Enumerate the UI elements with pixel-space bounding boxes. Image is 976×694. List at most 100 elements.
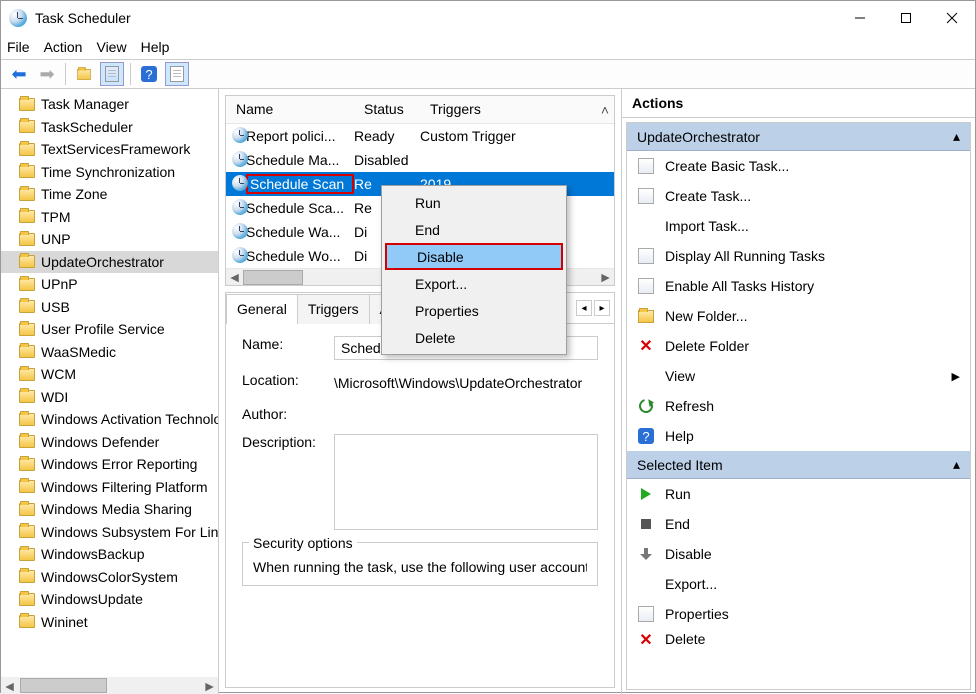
tree-item-windows-media-sharing[interactable]: Windows Media Sharing <box>1 498 218 521</box>
tree-item-label: TaskScheduler <box>41 119 133 135</box>
tree-item-label: WDI <box>41 389 68 405</box>
context-menu-run[interactable]: Run <box>385 189 563 216</box>
action-delete[interactable]: ✕Delete <box>627 629 970 645</box>
tree-horizontal-scrollbar[interactable]: ◄► <box>1 677 218 694</box>
page-icon <box>638 248 654 264</box>
tree-item-label: TPM <box>41 209 71 225</box>
action-delete-folder[interactable]: ✕Delete Folder <box>627 331 970 361</box>
context-menu-disable[interactable]: Disable <box>385 243 563 270</box>
tree-item-updateorchestrator[interactable]: UpdateOrchestrator <box>1 251 218 274</box>
folder-icon <box>19 503 35 516</box>
tree-item-time-zone[interactable]: Time Zone <box>1 183 218 206</box>
show-action-pane-button[interactable] <box>72 62 96 86</box>
menu-help[interactable]: Help <box>141 39 170 55</box>
tree-item-time-synchronization[interactable]: Time Synchronization <box>1 161 218 184</box>
help-icon: ? <box>638 428 654 444</box>
column-header-triggers[interactable]: Triggers <box>420 96 596 123</box>
folder-icon <box>19 593 35 606</box>
tree-item-taskscheduler[interactable]: TaskScheduler <box>1 116 218 139</box>
action-end[interactable]: End <box>627 509 970 539</box>
show-tree-button[interactable] <box>100 62 124 86</box>
tree-item-label: UNP <box>41 231 71 247</box>
tree-item-label: WindowsBackup <box>41 546 145 562</box>
folder-icon <box>19 300 35 313</box>
action-label: Create Task... <box>665 188 751 204</box>
task-row[interactable]: Report polici...ReadyCustom Trigger <box>226 124 614 148</box>
menu-action[interactable]: Action <box>44 39 83 55</box>
tree-item-label: TextServicesFramework <box>41 141 190 157</box>
action-help[interactable]: ?Help <box>627 421 970 451</box>
action-new-folder[interactable]: New Folder... <box>627 301 970 331</box>
tree-item-textservicesframework[interactable]: TextServicesFramework <box>1 138 218 161</box>
context-menu-export[interactable]: Export... <box>385 270 563 297</box>
tree-item-task-manager[interactable]: Task Manager <box>1 93 218 116</box>
action-run[interactable]: Run <box>627 479 970 509</box>
action-enable-all-tasks-history[interactable]: Enable All Tasks History <box>627 271 970 301</box>
task-name: Schedule Wa... <box>246 224 354 240</box>
action-display-all-running-tasks[interactable]: Display All Running Tasks <box>627 241 970 271</box>
help-button[interactable]: ? <box>137 62 161 86</box>
tree-item-upnp[interactable]: UPnP <box>1 273 218 296</box>
tree-item-label: Windows Subsystem For Linux <box>41 524 218 540</box>
menu-file[interactable]: File <box>7 39 30 55</box>
tree-item-windows-error-reporting[interactable]: Windows Error Reporting <box>1 453 218 476</box>
tree-item-usb[interactable]: USB <box>1 296 218 319</box>
tree-item-windows-defender[interactable]: Windows Defender <box>1 431 218 454</box>
tree-item-windows-subsystem-for-linux[interactable]: Windows Subsystem For Linux <box>1 521 218 544</box>
minimize-button[interactable] <box>837 3 883 33</box>
tree-item-wininet[interactable]: Wininet <box>1 611 218 634</box>
tree-item-windowsupdate[interactable]: WindowsUpdate <box>1 588 218 611</box>
tree-item-wcm[interactable]: WCM <box>1 363 218 386</box>
field-location: \Microsoft\Windows\UpdateOrchestrator <box>334 372 598 394</box>
task-name: Schedule Scan <box>246 174 354 194</box>
tree-item-waasmedic[interactable]: WaaSMedic <box>1 341 218 364</box>
folder-icon <box>19 345 35 358</box>
context-menu-properties[interactable]: Properties <box>385 297 563 324</box>
column-header-name[interactable]: Name <box>226 96 354 123</box>
refresh-icon <box>636 396 655 415</box>
tree-item-unp[interactable]: UNP <box>1 228 218 251</box>
toolbar: ⬅ ➡ ? <box>1 59 975 89</box>
maximize-button[interactable] <box>883 3 929 33</box>
action-refresh[interactable]: Refresh <box>627 391 970 421</box>
context-menu-delete[interactable]: Delete <box>385 324 563 351</box>
action-view[interactable]: View▶ <box>627 361 970 391</box>
tab-scroll-right[interactable]: ▸ <box>594 300 610 316</box>
tree-item-tpm[interactable]: TPM <box>1 206 218 229</box>
actions-section-selected[interactable]: Selected Item▴ <box>627 451 970 479</box>
window-title: Task Scheduler <box>35 10 131 26</box>
actions-pane: Actions UpdateOrchestrator▴ Create Basic… <box>621 89 975 694</box>
clock-icon <box>232 247 248 263</box>
field-description[interactable] <box>334 434 598 530</box>
action-label: Export... <box>665 576 717 592</box>
label-description: Description: <box>242 434 334 530</box>
context-menu-end[interactable]: End <box>385 216 563 243</box>
action-export[interactable]: Export... <box>627 569 970 599</box>
action-properties[interactable]: Properties <box>627 599 970 629</box>
scroll-up-button[interactable]: ˄ <box>596 96 614 123</box>
tree-item-windowsbackup[interactable]: WindowsBackup <box>1 543 218 566</box>
clock-icon <box>232 199 248 215</box>
actions-section-orchestrator[interactable]: UpdateOrchestrator▴ <box>627 123 970 151</box>
tree-item-wdi[interactable]: WDI <box>1 386 218 409</box>
menu-view[interactable]: View <box>96 39 126 55</box>
action-create-basic-task[interactable]: Create Basic Task... <box>627 151 970 181</box>
security-options-group: Security options When running the task, … <box>242 542 598 586</box>
column-header-status[interactable]: Status <box>354 96 420 123</box>
tree-item-user-profile-service[interactable]: User Profile Service <box>1 318 218 341</box>
folder-icon <box>19 210 35 223</box>
tree-item-windows-filtering-platform[interactable]: Windows Filtering Platform <box>1 476 218 499</box>
tab-scroll-left[interactable]: ◂ <box>576 300 592 316</box>
task-name: Schedule Sca... <box>246 200 354 216</box>
panel-button[interactable] <box>165 62 189 86</box>
tab-triggers[interactable]: Triggers <box>297 294 370 324</box>
back-button[interactable]: ⬅ <box>7 62 31 86</box>
tree-item-windowscolorsystem[interactable]: WindowsColorSystem <box>1 566 218 589</box>
task-row[interactable]: Schedule Ma...Disabled <box>226 148 614 172</box>
tree-item-windows-activation-technologies[interactable]: Windows Activation Technologies <box>1 408 218 431</box>
close-button[interactable] <box>929 3 975 33</box>
action-create-task[interactable]: Create Task... <box>627 181 970 211</box>
action-disable[interactable]: Disable <box>627 539 970 569</box>
action-import-task[interactable]: Import Task... <box>627 211 970 241</box>
tab-general[interactable]: General <box>226 294 298 324</box>
